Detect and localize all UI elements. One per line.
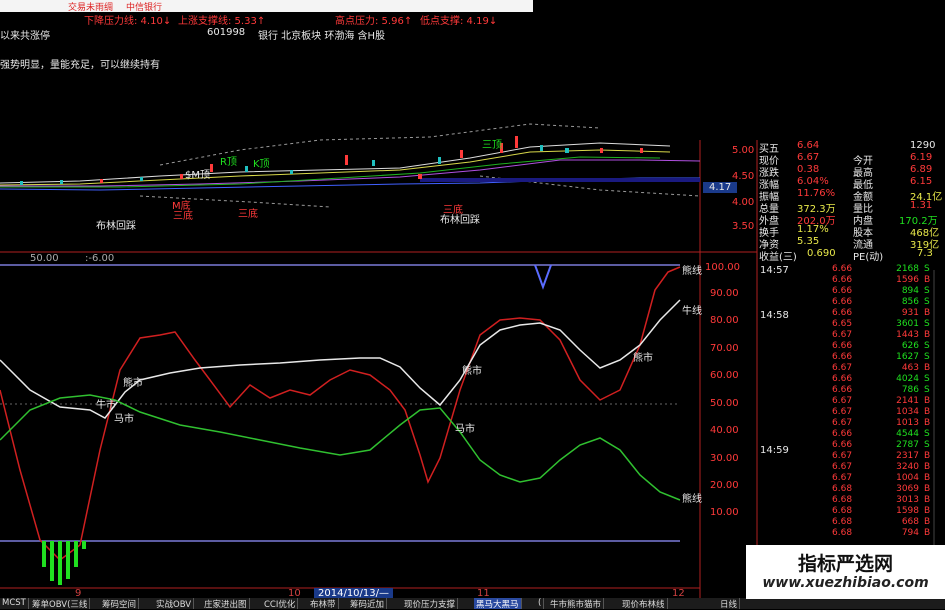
indicator-tab-bar: MCST 筹单OBV(三线 筹码空间 实战OBV 庄家进出图 CCI优化 布林带… (0, 598, 945, 610)
tab-mcst[interactable]: MCST (0, 598, 29, 609)
annotation-three-bottom: 三底 (173, 211, 193, 222)
annotation-r-top: R顶 (220, 157, 237, 168)
watermark: 指标严选网 www.xuezhibiao.com (746, 545, 945, 599)
tab-dark-horse[interactable]: 黑马大黑马 (474, 598, 522, 610)
tab-obv-three[interactable]: 筹单OBV(三线 (30, 598, 91, 610)
tick-row: 6.67 1034 B (832, 407, 931, 417)
tick-row: 6.66 2787 S (832, 440, 930, 450)
tick-row: 6.68 794 B (832, 528, 931, 538)
tick-row: 6.67 1443 B (832, 330, 931, 340)
annotation-k-top: K顶 (253, 159, 270, 170)
lower-pressure-line: 下降压力线: 4.10↓ (84, 16, 172, 27)
upper-support-line: 上涨支撑线: 5.33↑ (178, 16, 266, 27)
high-pressure: 高点压力: 5.96↑ (335, 16, 413, 27)
tick-row: 6.67 3240 B (832, 462, 931, 472)
tick-row: 6.66 1596 B (832, 275, 931, 285)
tab-cci[interactable]: CCI优化 (262, 598, 299, 610)
label-bear-market-1: 熊市 (123, 378, 143, 389)
tab-bull-bear[interactable]: 牛市熊市猫市 (548, 598, 605, 610)
label-horse-market-1: 马市 (114, 414, 134, 425)
tick-row: 6.67 463 B (832, 363, 931, 373)
tab-real-obv[interactable]: 实战OBV (154, 598, 195, 610)
tick-row: 6.67 2141 B (832, 396, 931, 406)
label-bear-line-bottom: 熊线 (682, 494, 702, 505)
ma-line-purple (0, 159, 701, 187)
watermark-url: www.xuezhibiao.com (762, 575, 929, 591)
scale-30: 30.00 (710, 453, 739, 464)
tab-dealer-flow[interactable]: 庄家进出图 (202, 598, 250, 610)
tick-row: 6.68 3013 B (832, 495, 931, 505)
annotation-three-bottom-2: 三底 (238, 209, 258, 220)
scale-70: 70.00 (710, 343, 739, 354)
watermark-title: 指标严选网 (797, 553, 893, 575)
label-bull-line: 牛线 (682, 306, 702, 317)
low-support: 低点支撑: 4.19↓ (420, 16, 498, 27)
tick-row: 6.68 3069 B (832, 484, 931, 494)
indicator-info-bar: 下降压力线: 4.10↓ 上涨支撑线: 5.33↑ 高点压力: 5.96↑ 低点… (0, 12, 533, 27)
tick-row: 6.67 2317 B (832, 451, 931, 461)
scale-50: 50.00 (710, 398, 739, 409)
support-dash (139, 195, 331, 208)
quote-panel: 买五 6.64 1290 现价 6.67 今开 6.19 涨跌 0.38 最高 6.89 涨幅 6… (757, 140, 945, 263)
scale-100: 100.00 (705, 262, 740, 273)
commentary-text: 强势明显，量能充足，可以继续持有 (0, 60, 160, 71)
label-bull-market: 牛市 (96, 400, 116, 411)
scale-80: 80.00 (710, 315, 739, 326)
tick-row: 6.66 856 S (832, 297, 930, 307)
tick-row: 6.66 931 B (832, 308, 931, 318)
current-price-tag: 4.17 (703, 182, 738, 193)
label-bear-line-top: 熊线 (682, 266, 702, 277)
price-label-500: 5.00 (732, 145, 755, 156)
v-marker (534, 264, 552, 290)
tick-row: 6.66 4544 S (832, 429, 930, 439)
tick-row: 6.68 668 B (832, 517, 931, 527)
tab-chip-near[interactable]: 筹码近加 (348, 598, 388, 610)
stock-code: 601998 (207, 27, 246, 38)
mid-status-2: :-6.00 (85, 253, 115, 264)
tick-row: 6.66 894 S (832, 286, 930, 296)
tick-row: 6.66 2168 S (832, 264, 930, 274)
tab-chip-space[interactable]: 筹码空间 (100, 598, 140, 610)
industry-tags: 银行 北京板块 环渤海 含H股 (258, 31, 386, 42)
tick-row: 6.66 786 S (832, 385, 930, 395)
tick-row: 6.68 1598 B (832, 506, 931, 516)
scale-40: 40.00 (710, 425, 739, 436)
label-bear-market-3: 熊市 (633, 353, 653, 364)
tick-row: 6.66 1627 S (832, 352, 930, 362)
ma-line-white (0, 142, 671, 184)
scale-60: 60.00 (710, 370, 739, 381)
tab-paren[interactable]: ( (536, 598, 545, 609)
scale-10: 10.00 (710, 507, 739, 518)
annotation-m-top: $M顶 (185, 170, 210, 181)
label-horse-market-2: 马市 (455, 424, 475, 435)
top-title-bar: 交易未雨绸 中信银行 (0, 0, 533, 13)
label-bear-market-2: 熊市 (462, 366, 482, 377)
tab-period-daily[interactable]: 日线 (718, 598, 741, 610)
indicator-red-line (0, 266, 681, 561)
price-label-450: 4.50 (732, 171, 755, 182)
tab-bollinger[interactable]: 布林带 (308, 598, 339, 610)
limit-up-info: 以来共涨停 (0, 31, 50, 42)
tick-row: 6.67 1013 B (832, 418, 931, 428)
tick-row: 6.67 1004 B (832, 473, 931, 483)
candles (20, 136, 643, 185)
scale-20: 20.00 (710, 480, 739, 491)
annotation-three-top: 三顶 (482, 140, 502, 151)
tick-row: 6.66 626 S (832, 341, 930, 351)
mid-status-1: 50.00 (30, 253, 59, 264)
tick-row: 6.66 4024 S (832, 374, 930, 384)
annotation-bollinger-2: 布林回踩 (440, 215, 480, 226)
tab-price-bollinger[interactable]: 现价布林线 (620, 598, 668, 610)
quote-row: 收益(三) 0.690 PE(动) 7.3 (759, 248, 933, 263)
scale-90: 90.00 (710, 288, 739, 299)
annotation-bollinger-1: 布林回踩 (96, 221, 136, 232)
price-label-400: 4.00 (732, 197, 755, 208)
ma-line-green (0, 156, 661, 188)
tick-row: 6.65 3601 S (832, 319, 930, 329)
tab-price-support[interactable]: 现价压力支撑 (402, 598, 459, 610)
blue-band (420, 178, 700, 182)
price-label-350: 3.50 (732, 221, 755, 232)
